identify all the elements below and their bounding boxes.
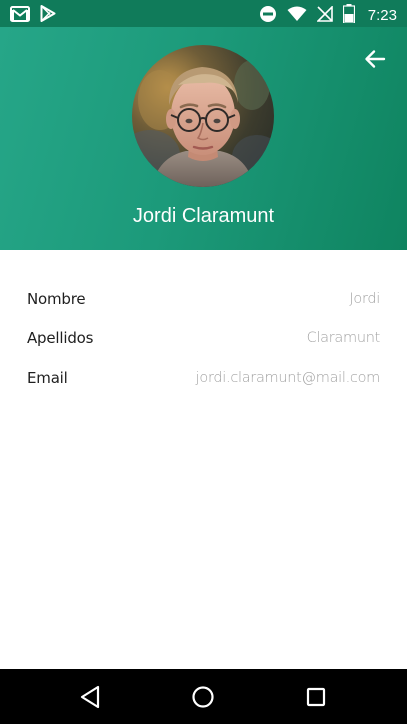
- status-system: 7:23: [259, 4, 397, 27]
- recents-square-icon: [302, 687, 330, 715]
- detail-label: Email: [27, 369, 68, 387]
- profile-header: Jordi Claramunt: [0, 27, 407, 250]
- detail-row-nombre: Nombre Jordi: [27, 288, 380, 312]
- gmail-icon: [10, 5, 30, 26]
- detail-label: Apellidos: [27, 329, 94, 347]
- profile-name: Jordi Claramunt: [132, 205, 275, 227]
- status-time: 7:23: [367, 6, 397, 24]
- status-notifications: [10, 5, 66, 26]
- battery-icon: [342, 4, 355, 27]
- do-not-disturb-icon: [259, 5, 277, 27]
- detail-value: Jordi: [349, 291, 380, 307]
- back-triangle-icon: [77, 685, 105, 715]
- nav-home-button[interactable]: [189, 683, 217, 711]
- detail-row-email: Email jordi.claramunt@mail.com: [27, 367, 380, 391]
- nav-back-button[interactable]: [77, 683, 105, 711]
- detail-value: Claramunt: [306, 330, 381, 346]
- navigation-bar: [0, 669, 407, 724]
- detail-value: jordi.claramunt@mail.com: [195, 370, 381, 386]
- wifi-icon: [287, 6, 307, 26]
- home-circle-icon: [189, 686, 217, 715]
- play-store-icon: [40, 5, 56, 26]
- back-button[interactable]: [359, 47, 391, 71]
- arrow-left-icon: [359, 50, 391, 75]
- detail-label: Nombre: [27, 290, 86, 308]
- avatar: [132, 45, 274, 187]
- status-bar: 7:23: [0, 0, 407, 27]
- detail-row-apellidos: Apellidos Claramunt: [27, 327, 380, 351]
- no-signal-icon: [315, 4, 333, 26]
- nav-recents-button[interactable]: [302, 683, 330, 711]
